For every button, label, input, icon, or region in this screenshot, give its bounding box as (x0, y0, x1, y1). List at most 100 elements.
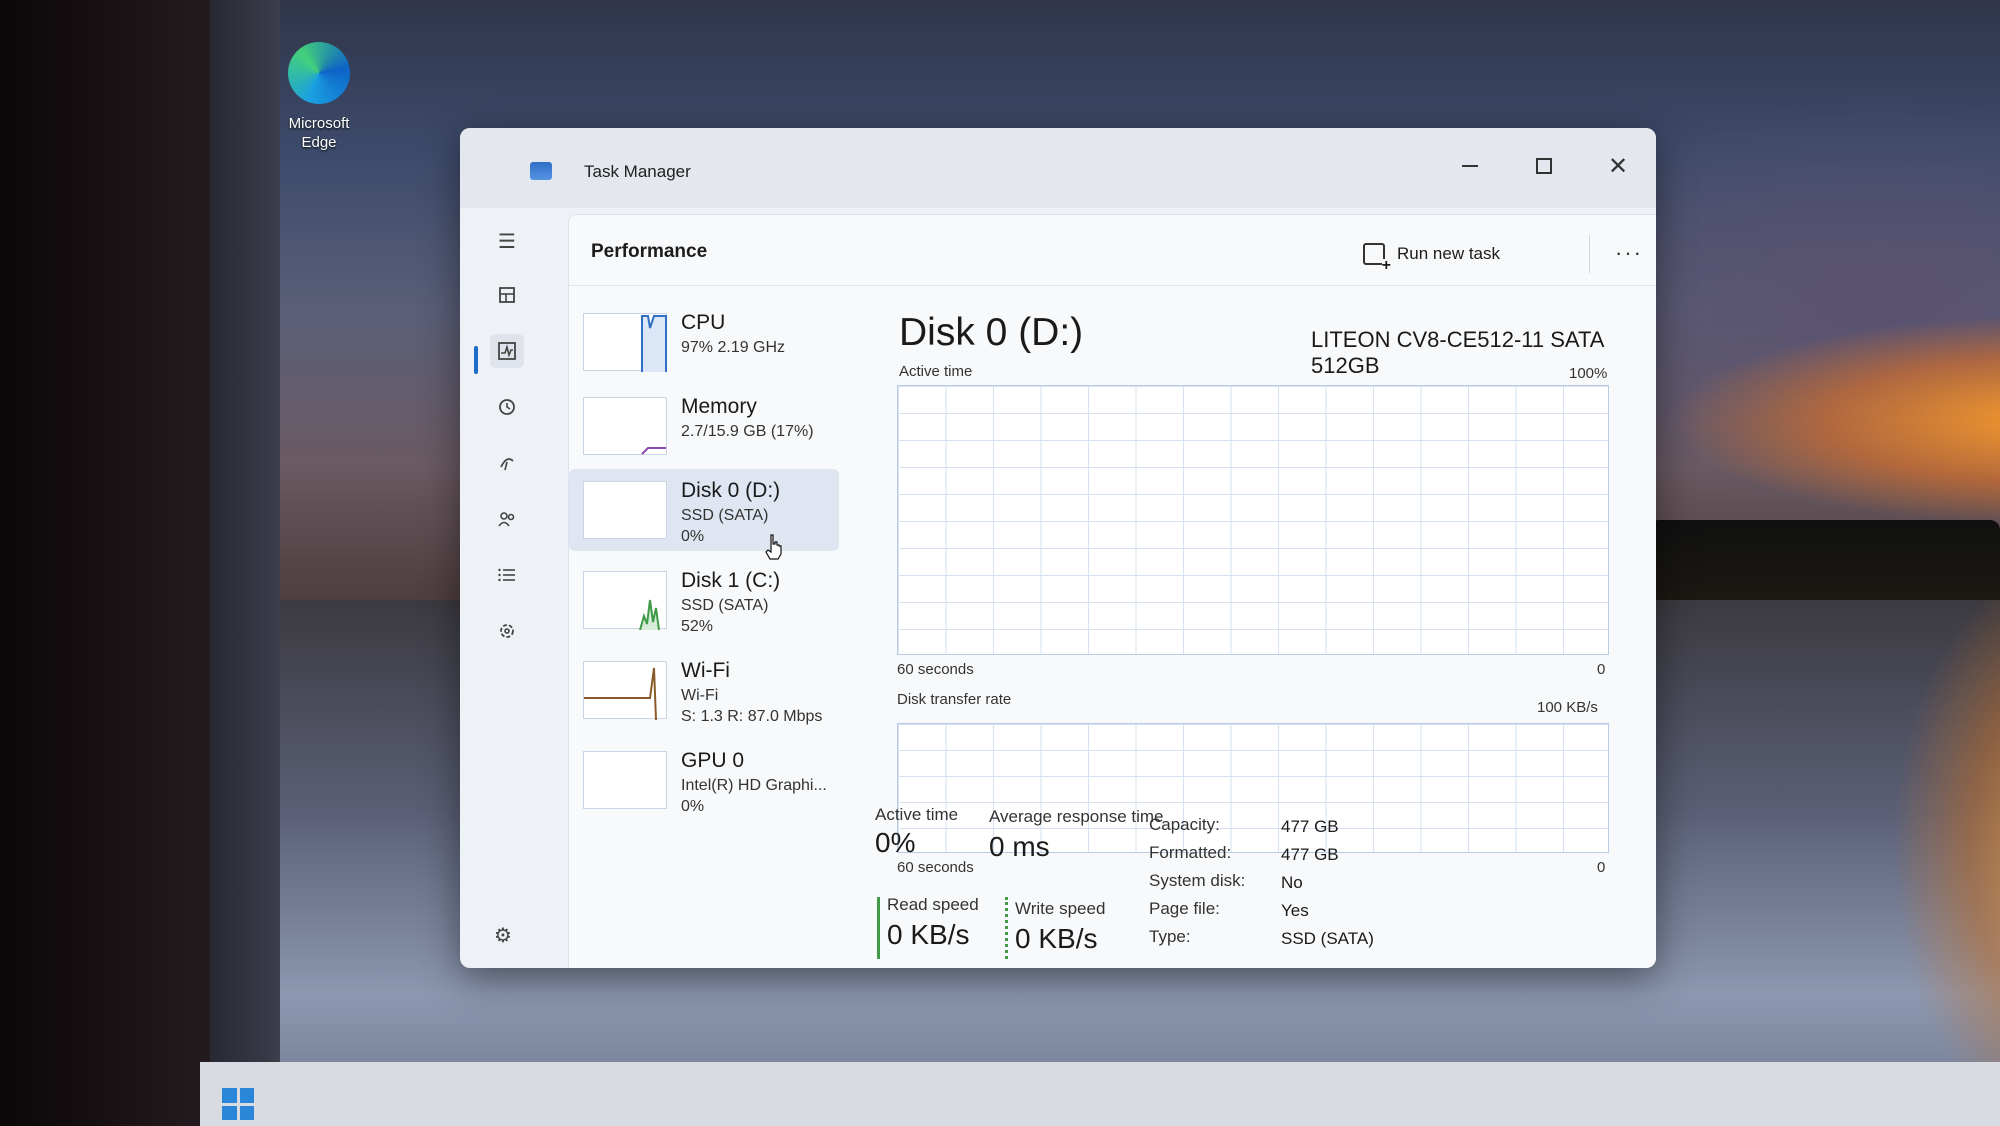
users-glyph (498, 512, 515, 527)
services-icon[interactable] (490, 614, 524, 648)
formatted-key: Formatted: (1149, 843, 1232, 862)
page-title: Performance (591, 241, 708, 262)
active-time-graph-min: 0 (1597, 661, 1606, 678)
hamburger-icon[interactable]: ☰ (490, 224, 524, 258)
wallpaper-treeline (1620, 520, 2000, 610)
minimize-button[interactable] (1440, 144, 1500, 188)
start-icon-tile (239, 1105, 254, 1120)
read-speed-marker (877, 897, 880, 959)
active-time-graph-duration: 60 seconds (897, 661, 974, 678)
start-button[interactable] (222, 1088, 254, 1120)
close-button[interactable]: ✕ (1588, 144, 1648, 188)
resource-name: GPU 0 (681, 749, 745, 772)
resource-detail: 97% 2.19 GHz (681, 339, 786, 356)
disk1-sparkline (639, 599, 660, 630)
window-title: Task Manager (584, 162, 691, 181)
cpu-thumbnail (583, 313, 667, 372)
resource-disk-1[interactable]: Disk 1 (C:) SSD (SATA) 52% (569, 559, 839, 641)
resource-gpu-0[interactable]: GPU 0 Intel(R) HD Graphi... 0% (569, 739, 839, 821)
resource-disk-0[interactable]: Disk 0 (D:) SSD (SATA) 0% (569, 469, 839, 551)
resource-usage: 52% (681, 618, 714, 635)
resource-memory[interactable]: Memory 2.7/15.9 GB (17%) (569, 385, 839, 467)
startup-glyph (500, 458, 514, 471)
run-new-task-button[interactable]: Run new task (1349, 233, 1514, 275)
header-separator (1589, 235, 1590, 273)
active-nav-indicator (474, 346, 478, 374)
services-glyph (500, 624, 514, 638)
gpu-thumbnail (583, 751, 667, 809)
start-icon-tile (222, 1105, 237, 1120)
resource-usage: 0% (681, 798, 705, 815)
settings-icon[interactable]: ⚙ (488, 920, 518, 950)
active-time-value: 0% (875, 827, 916, 858)
monitor-bezel (0, 0, 210, 1126)
type-key: Type: (1149, 927, 1191, 946)
system-disk-value: No (1281, 873, 1303, 892)
edge-label-line1: Microsoft (288, 115, 350, 132)
details-icon[interactable] (490, 558, 524, 592)
taskbar (200, 1062, 2000, 1126)
task-manager-window: Task Manager ✕ ☰ ⚙ Performance + Run new… (460, 128, 1656, 968)
formatted-value: 477 GB (1281, 845, 1339, 864)
history-glyph (499, 399, 515, 415)
task-manager-app-icon (530, 162, 552, 180)
start-icon-tile (239, 1088, 254, 1103)
resource-usage: 0% (681, 528, 705, 545)
wifi-sparkline (584, 667, 657, 720)
header-divider (569, 285, 1656, 286)
more-options-button[interactable]: ··· (1609, 233, 1649, 273)
resource-detail: Wi-Fi (681, 687, 719, 704)
disk1-thumbnail (583, 571, 667, 630)
transfer-rate-graph-label: Disk transfer rate (897, 691, 1012, 708)
capacity-value: 477 GB (1281, 817, 1339, 836)
close-icon: ✕ (1607, 152, 1629, 180)
capacity-key: Capacity: (1149, 815, 1220, 834)
avg-response-value: 0 ms (989, 831, 1050, 862)
avg-response-label: Average response time (989, 807, 1164, 826)
run-task-icon (1363, 243, 1391, 273)
transfer-rate-graph-max: 100 KB/s (1537, 699, 1598, 716)
resource-wifi[interactable]: Wi-Fi Wi-Fi S: 1.3 R: 87.0 Mbps (569, 649, 839, 731)
type-value: SSD (SATA) (1281, 929, 1374, 948)
page-file-key: Page file: (1149, 899, 1220, 918)
resource-cpu[interactable]: CPU 97% 2.19 GHz (569, 301, 839, 383)
title-bar[interactable]: Task Manager ✕ (460, 128, 1656, 208)
processes-glyph (499, 287, 515, 303)
active-time-label: Active time (875, 805, 959, 824)
write-speed-marker (1005, 897, 1008, 959)
edge-desktop-label[interactable]: Microsoft Edge (276, 114, 362, 152)
minimize-icon (1462, 165, 1478, 167)
write-speed-label: Write speed (1015, 899, 1106, 918)
processes-icon[interactable] (490, 278, 524, 312)
resource-name: Wi-Fi (681, 659, 730, 682)
resource-name: Memory (681, 395, 757, 418)
resource-throughput: S: 1.3 R: 87.0 Mbps (681, 708, 823, 725)
maximize-button[interactable] (1514, 144, 1574, 188)
read-speed-label: Read speed (887, 895, 979, 914)
disk0-thumbnail (583, 481, 667, 539)
resource-detail: Intel(R) HD Graphi... (681, 777, 827, 794)
app-history-icon[interactable] (490, 390, 524, 424)
startup-apps-icon[interactable] (490, 446, 524, 480)
start-icon-tile (222, 1088, 237, 1103)
performance-panel: Performance Run new task ··· CPU 97% 2.1… (568, 214, 1656, 968)
resource-name: CPU (681, 311, 726, 334)
edge-icon[interactable] (288, 42, 350, 104)
resource-detail: 2.7/15.9 GB (17%) (681, 423, 814, 440)
cpu-sparkline (641, 315, 667, 372)
edge-label-line2: Edge (301, 134, 337, 151)
performance-icon[interactable] (490, 334, 524, 368)
wifi-thumbnail (583, 661, 667, 720)
active-time-graph (897, 385, 1609, 655)
transfer-rate-graph-duration: 60 seconds (897, 859, 974, 876)
disk-title: Disk 0 (D:) (899, 311, 1084, 354)
resource-name: Disk 0 (D:) (681, 479, 781, 502)
resource-name: Disk 1 (C:) (681, 569, 781, 592)
transfer-rate-graph-min: 0 (1597, 859, 1606, 876)
active-time-graph-label: Active time (899, 363, 973, 380)
details-glyph (498, 568, 515, 582)
maximize-icon (1536, 158, 1552, 174)
users-icon[interactable] (490, 502, 524, 536)
resource-detail: SSD (SATA) (681, 597, 769, 614)
hand-cursor-icon (765, 534, 782, 560)
